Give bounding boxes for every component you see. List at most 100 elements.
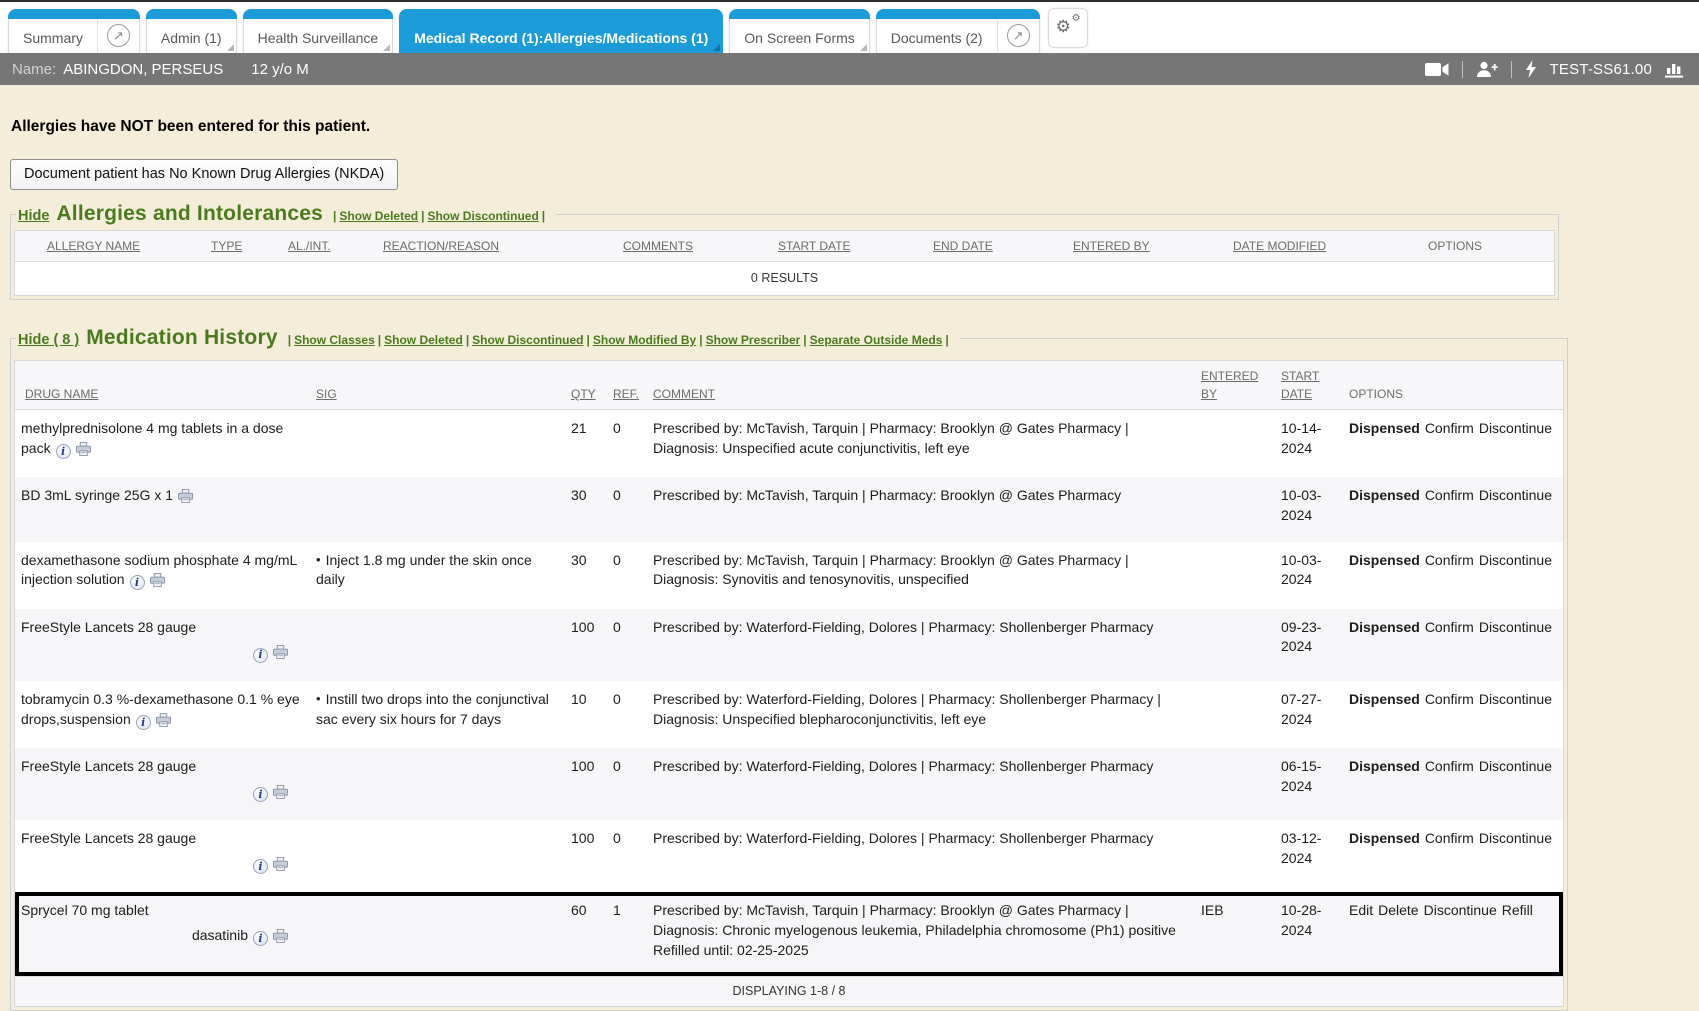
status-dispensed: Dispensed [1349, 691, 1420, 707]
allergies-column-header-start-date[interactable]: START DATE [772, 238, 927, 255]
open-in-new-window-button[interactable]: ↗ [997, 10, 1039, 53]
medications-link-show-classes[interactable]: Show Classes [294, 333, 375, 347]
allergies-link-show-discontinued[interactable]: Show Discontinued [427, 209, 538, 223]
options-cell: DispensedConfirmDiscontinue [1343, 551, 1563, 571]
info-icon[interactable]: i [136, 715, 151, 730]
option-discontinue-link[interactable]: Discontinue [1479, 830, 1552, 846]
option-confirm-link[interactable]: Confirm [1425, 552, 1474, 568]
info-icon[interactable]: i [253, 859, 268, 874]
video-camera-icon[interactable] [1425, 62, 1449, 77]
printer-icon[interactable] [273, 645, 288, 665]
comment-cell: Prescribed by: McTavish, Tarquin | Pharm… [647, 551, 1195, 590]
comment-cell: Prescribed by: Waterford-Fielding, Dolor… [647, 690, 1195, 729]
printer-icon[interactable] [150, 573, 165, 593]
option-discontinue-link[interactable]: Discontinue [1479, 691, 1552, 707]
allergies-column-header-type[interactable]: TYPE [205, 238, 282, 255]
medications-column-header-drug-name[interactable]: DRUG NAME [15, 386, 310, 403]
medication-hide-link[interactable]: Hide ( 8 ) [18, 332, 79, 348]
option-refill-link[interactable]: Refill [1502, 902, 1533, 918]
medications-link-show-prescriber[interactable]: Show Prescriber [706, 333, 801, 347]
option-confirm-link[interactable]: Confirm [1425, 487, 1474, 503]
allergies-column-header-date-modified[interactable]: DATE MODIFIED [1227, 238, 1422, 255]
comment-text: Prescribed by: Waterford-Fielding, Dolor… [653, 758, 1153, 774]
option-discontinue-link[interactable]: Discontinue [1479, 420, 1552, 436]
option-confirm-link[interactable]: Confirm [1425, 830, 1474, 846]
drug-name-cell: methylprednisolone 4 mg tablets in a dos… [15, 419, 310, 461]
allergies-section-legend: Hide Allergies and Intolerances |Show De… [16, 202, 556, 226]
medication-section-legend: Hide ( 8 ) Medication History |Show Clas… [16, 326, 960, 350]
bullet-icon: • [316, 691, 321, 706]
info-icon[interactable]: i [253, 931, 268, 946]
medications-column-header-sig[interactable]: SIG [310, 386, 565, 403]
tab-admin-1[interactable]: Admin (1) [146, 9, 237, 53]
printer-icon[interactable] [178, 489, 193, 509]
printer-icon[interactable] [273, 857, 288, 877]
info-icon[interactable]: i [253, 787, 268, 802]
tab-documents-2[interactable]: Documents (2)↗ [876, 9, 1040, 53]
allergies-empty-row: 0 RESULTS [15, 262, 1554, 295]
option-confirm-link[interactable]: Confirm [1425, 619, 1474, 635]
medication-row: tobramycin 0.3 %-dexamethasone 0.1 % eye… [15, 681, 1563, 748]
allergies-column-header-comments[interactable]: COMMENTS [617, 238, 772, 255]
printer-icon[interactable] [156, 713, 171, 733]
medications-link-separate-outside-meds[interactable]: Separate Outside Meds [810, 333, 943, 347]
allergies-column-header-end-date[interactable]: END DATE [927, 238, 1067, 255]
tab-label: Medical Record (1):Allergies/Medications… [400, 10, 722, 53]
open-in-new-window-button[interactable]: ↗ [97, 10, 139, 53]
medications-column-header-qty[interactable]: QTY [565, 386, 607, 403]
tab-label: Summary [9, 10, 97, 53]
tab-medical-record-1-allergies-medications-1[interactable]: Medical Record (1):Allergies/Medications… [399, 9, 723, 53]
allergies-column-header-allergy-name[interactable]: ALLERGY NAME [15, 238, 205, 255]
allergies-column-header-al-int[interactable]: AL./INT. [282, 238, 377, 255]
option-edit-link[interactable]: Edit [1349, 902, 1373, 918]
option-discontinue-link[interactable]: Discontinue [1424, 902, 1497, 918]
bar-chart-icon[interactable] [1665, 60, 1685, 78]
ref-cell: 0 [607, 618, 647, 638]
medications-column-header-ref[interactable]: REF. [607, 386, 647, 403]
option-confirm-link[interactable]: Confirm [1425, 691, 1474, 707]
comment-cell: Prescribed by: McTavish, Tarquin | Pharm… [647, 419, 1195, 458]
medications-column-header-entered-by[interactable]: ENTERED BY [1195, 368, 1275, 403]
info-icon[interactable]: i [56, 444, 71, 459]
medications-column-header-options: OPTIONS [1343, 386, 1563, 403]
sig-text: Inject 1.8 mg under the skin once daily [316, 552, 532, 588]
allergies-hide-link[interactable]: Hide [18, 208, 49, 224]
medications-link-show-discontinued[interactable]: Show Discontinued [472, 333, 583, 347]
option-confirm-link[interactable]: Confirm [1425, 758, 1474, 774]
tab-label: Health Surveillance [244, 10, 393, 53]
option-discontinue-link[interactable]: Discontinue [1479, 487, 1552, 503]
medications-link-show-deleted[interactable]: Show Deleted [384, 333, 463, 347]
option-discontinue-link[interactable]: Discontinue [1479, 758, 1552, 774]
tab-summary[interactable]: Summary↗ [8, 9, 140, 53]
printer-icon[interactable] [273, 785, 288, 805]
patient-age-sex: 12 y/o M [251, 61, 309, 78]
lightning-bolt-icon[interactable] [1525, 60, 1537, 78]
status-dispensed: Dispensed [1349, 487, 1420, 503]
info-icon[interactable]: i [253, 648, 268, 663]
medications-column-header-start-date[interactable]: START DATE [1275, 368, 1343, 403]
allergies-link-show-deleted[interactable]: Show Deleted [339, 209, 418, 223]
medications-column-header-comment[interactable]: COMMENT [647, 386, 1195, 403]
start-date-cell: 06-15-2024 [1275, 757, 1343, 796]
tab-health-surveillance[interactable]: Health Surveillance [243, 9, 394, 53]
status-dispensed: Dispensed [1349, 619, 1420, 635]
medications-link-show-modified-by[interactable]: Show Modified By [593, 333, 696, 347]
tab-on-screen-forms[interactable]: On Screen Forms [729, 9, 869, 53]
option-discontinue-link[interactable]: Discontinue [1479, 552, 1552, 568]
allergies-section: Hide Allergies and Intolerances |Show De… [10, 202, 1559, 300]
nkda-button[interactable]: Document patient has No Known Drug Aller… [10, 159, 398, 190]
account-id: TEST-SS61.00 [1550, 61, 1652, 78]
person-add-icon[interactable] [1476, 61, 1498, 77]
info-icon[interactable]: i [130, 575, 145, 590]
start-date-cell: 10-28-2024 [1275, 901, 1343, 940]
option-delete-link[interactable]: Delete [1378, 902, 1418, 918]
printer-icon[interactable] [273, 929, 288, 949]
option-discontinue-link[interactable]: Discontinue [1479, 619, 1552, 635]
printer-icon[interactable] [76, 442, 91, 462]
allergies-column-header-reaction-reason[interactable]: REACTION/REASON [377, 238, 617, 255]
option-confirm-link[interactable]: Confirm [1425, 420, 1474, 436]
medication-row: FreeStyle Lancets 28 gaugei1000Prescribe… [15, 609, 1563, 681]
allergies-column-header-entered-by[interactable]: ENTERED BY [1067, 238, 1227, 255]
settings-button[interactable]: ⚙ ⚙ [1048, 8, 1088, 48]
medication-row: Sprycel 70 mg tabletdasatinibi601Prescri… [15, 892, 1563, 976]
